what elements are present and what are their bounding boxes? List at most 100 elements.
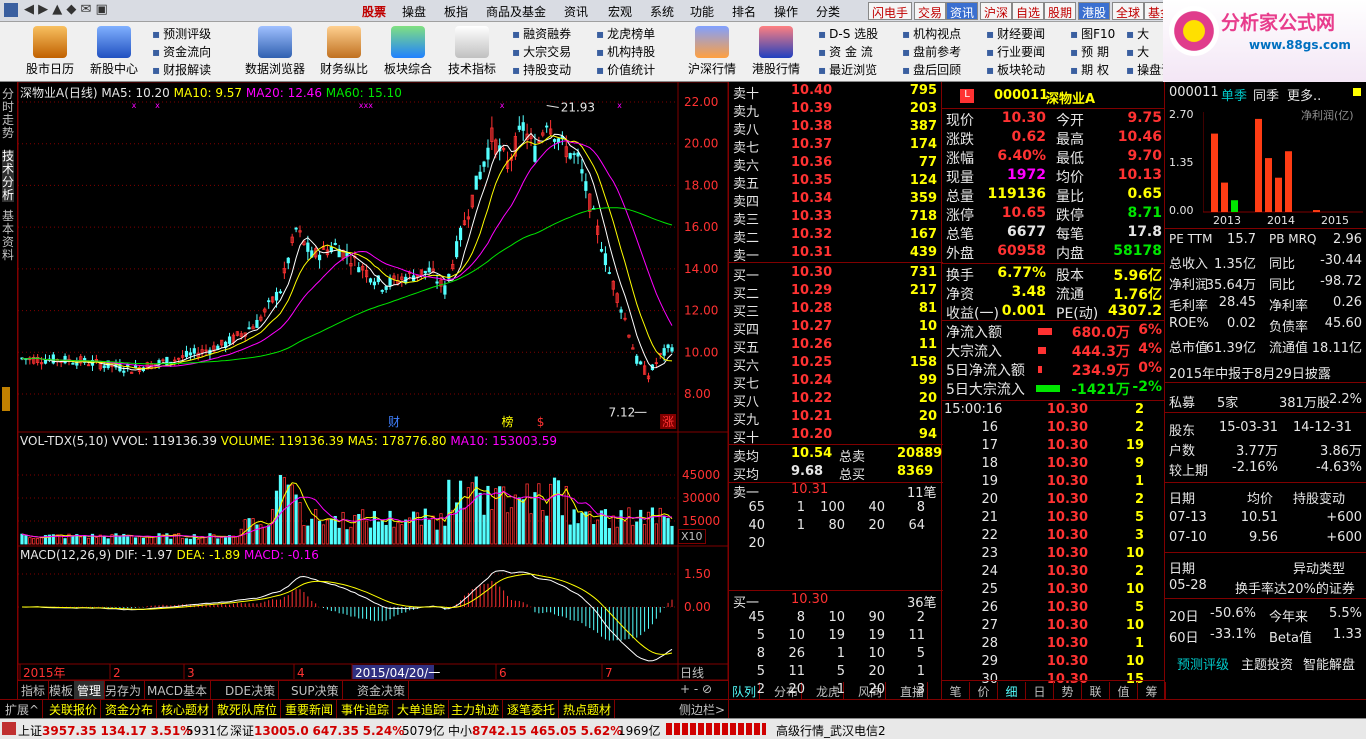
chart-tab-6[interactable]: SUP决策 — [288, 681, 343, 700]
toolbar-link-small5-1[interactable]: ▪ 盘前参考 — [902, 43, 961, 60]
toolbar-link-small6-2[interactable]: ▪ 板块轮动 — [986, 61, 1045, 78]
menu-item-10[interactable]: 分类 — [816, 3, 840, 20]
kline-chart-svg[interactable]: 22.0020.0018.0016.0014.0012.0010.008.002… — [18, 82, 728, 699]
tech-indicator-button[interactable]: 技术指标 — [442, 24, 502, 80]
toolbar-link-small5-0[interactable]: ▪ 机构视点 — [902, 25, 961, 42]
finance-compare-button[interactable]: 财务纵比 — [314, 24, 374, 80]
sh-index[interactable]: 上证3957.35 134.17 3.51% — [18, 722, 192, 739]
menu-item-8[interactable]: 排名 — [732, 3, 756, 20]
market-tag-1[interactable]: 交易 — [914, 2, 947, 20]
toolbar-link-small8-0[interactable]: ▪ 大 — [1126, 25, 1149, 42]
buys-level-price[interactable]: 10.22 — [791, 391, 832, 406]
tab-intraday[interactable]: 分时走势 — [2, 88, 14, 140]
chart-tab-7[interactable]: 资金决策 — [354, 681, 410, 700]
sells-level-price[interactable]: 10.39 — [791, 101, 832, 116]
bottom-tab-10[interactable]: 热点题材 — [560, 700, 616, 719]
tab-technical[interactable]: 技术分析 — [2, 150, 14, 202]
toolbar-link-small8-1[interactable]: ▪ 大 — [1126, 43, 1149, 60]
menu-item-3[interactable]: 商品及基金 — [486, 3, 546, 20]
buys-level-price[interactable]: 10.28 — [791, 301, 832, 316]
bottom-tab-2[interactable]: 资金分布 — [102, 700, 158, 719]
bottom-tab-8[interactable]: 主力轨迹 — [448, 700, 504, 719]
bottom-tab-6[interactable]: 事件追踪 — [338, 700, 394, 719]
menu-item-6[interactable]: 系统 — [650, 3, 674, 20]
sells-level-price[interactable]: 10.37 — [791, 137, 832, 152]
bottom-tab-11[interactable]: 侧边栏> — [676, 700, 730, 719]
sells-level-price[interactable]: 10.33 — [791, 209, 832, 224]
toolbar-link-small6-0[interactable]: ▪ 财经要闻 — [986, 25, 1045, 42]
buys-level-price[interactable]: 10.21 — [791, 409, 832, 424]
chart-tab-2[interactable]: 管理 — [74, 681, 106, 700]
bottom-tab-7[interactable]: 大单追踪 — [394, 700, 450, 719]
toolbar-link-small2-2[interactable]: ▪ 持股变动 — [512, 61, 571, 78]
market-tag-7[interactable]: 全球 — [1112, 2, 1145, 20]
buys-level-price[interactable]: 10.29 — [791, 283, 832, 298]
sells-level-price[interactable]: 10.34 — [791, 191, 832, 206]
sector-overview-button[interactable]: 板块综合 — [378, 24, 438, 80]
toolbar-link-small3-0[interactable]: ▪ 龙虎榜单 — [596, 25, 655, 42]
market-tag-2[interactable]: 资讯 — [946, 2, 979, 20]
bottom-tab-9[interactable]: 逐笔委托 — [504, 700, 560, 719]
link-rating[interactable]: 预测评级 — [1177, 654, 1229, 673]
market-tag-3[interactable]: 沪深 — [980, 2, 1013, 20]
menu-item-4[interactable]: 资讯 — [564, 3, 588, 20]
link-smart[interactable]: 智能解盘 — [1303, 654, 1355, 673]
buys-level-price[interactable]: 10.26 — [791, 337, 832, 352]
toolbar-link-small2-1[interactable]: ▪ 大宗交易 — [512, 43, 571, 60]
sells-level-price[interactable]: 10.32 — [791, 227, 832, 242]
toolbar-link-small7-1[interactable]: ▪ 预 期 — [1070, 43, 1109, 60]
bottom-tab-4[interactable]: 散死队席位 — [214, 700, 282, 719]
app-icon[interactable] — [4, 3, 18, 17]
server-name[interactable]: 高级行情_武汉电信2 — [776, 722, 886, 739]
hk-quotes-button[interactable]: 港股行情 — [746, 24, 806, 80]
toolbar-link-small7-0[interactable]: ▪ 图F10 — [1070, 25, 1115, 42]
sells-level-price[interactable]: 10.36 — [791, 155, 832, 170]
chart-tab-5[interactable]: DDE决策 — [222, 681, 280, 700]
toolbar-link-small4-1[interactable]: ▪ 资 金 流 — [818, 43, 873, 60]
bottom-tab-0[interactable]: 扩展^ — [2, 700, 44, 719]
toolbar-link-small5-2[interactable]: ▪ 盘后回顾 — [902, 61, 961, 78]
shsz-quotes-button[interactable]: 沪深行情 — [682, 24, 742, 80]
buys-level-price[interactable]: 10.20 — [791, 427, 832, 442]
toolbar-link-small4-0[interactable]: ▪ D-S 选股 — [818, 25, 878, 42]
chart-tab-1[interactable]: 模板 — [46, 681, 78, 700]
toolbar-link-small1-1[interactable]: ▪ 资金流向 — [152, 43, 211, 60]
tab-fundamentals[interactable]: 基本资料 — [2, 210, 14, 262]
toolbar-link-small4-2[interactable]: ▪ 最近浏览 — [818, 61, 877, 78]
nav-buttons[interactable]: ◀ ▶ ▲ ◆ ✉ ▣ — [24, 2, 108, 17]
sells-level-price[interactable]: 10.40 — [791, 83, 832, 98]
toolbar-link-small7-2[interactable]: ▪ 期 权 — [1070, 61, 1109, 78]
bottom-tab-5[interactable]: 重要新闻 — [282, 700, 338, 719]
toolbar-link-small6-1[interactable]: ▪ 行业要闻 — [986, 43, 1045, 60]
fin-pin-icon[interactable] — [1353, 88, 1361, 96]
menu-item-0[interactable]: 股票 — [362, 3, 386, 20]
market-tag-5[interactable]: 股期 — [1044, 2, 1077, 20]
buys-level-price[interactable]: 10.25 — [791, 355, 832, 370]
chart-tab-3[interactable]: 另存为 — [102, 681, 146, 700]
new-stock-center-button[interactable]: 新股中心 — [84, 24, 144, 80]
buys-level-price[interactable]: 10.27 — [791, 319, 832, 334]
stock-calendar-button[interactable]: 股市日历 — [22, 24, 78, 80]
chart-tab-4[interactable]: MACD基本 — [144, 681, 211, 700]
kline-chart-area[interactable]: 22.00 20.00 18.00 16.00 14.00 12.00 10.00 8.00 2… — [18, 82, 728, 700]
zoom-controls[interactable]: + - ⊘ — [680, 682, 712, 696]
sells-level-price[interactable]: 10.31 — [791, 245, 832, 260]
buys-level-price[interactable]: 10.30 — [791, 265, 832, 280]
chart-tab-0[interactable]: 指标 — [18, 681, 50, 700]
toolbar-link-small3-2[interactable]: ▪ 价值统计 — [596, 61, 655, 78]
bottom-tab-3[interactable]: 核心题材 — [158, 700, 214, 719]
fin-tab-quarter[interactable]: 单季 — [1221, 85, 1247, 104]
market-tag-0[interactable]: 闪电手 — [868, 2, 913, 20]
menu-item-2[interactable]: 板指 — [444, 3, 468, 20]
toolbar-link-small3-1[interactable]: ▪ 机构持股 — [596, 43, 655, 60]
market-tag-4[interactable]: 自选 — [1012, 2, 1045, 20]
bottom-tab-1[interactable]: 关联报价 — [46, 700, 102, 719]
sells-level-price[interactable]: 10.38 — [791, 119, 832, 134]
fin-tab-same-quarter[interactable]: 同季 — [1253, 85, 1279, 104]
sz-index[interactable]: 深证13005.0 647.35 5.24% — [230, 722, 404, 739]
menu-item-5[interactable]: 宏观 — [608, 3, 632, 20]
toolbar-link-small2-0[interactable]: ▪ 融资融券 — [512, 25, 571, 42]
toolbar-link-small1-2[interactable]: ▪ 财报解读 — [152, 61, 211, 78]
sells-level-price[interactable]: 10.35 — [791, 173, 832, 188]
buys-level-price[interactable]: 10.24 — [791, 373, 832, 388]
